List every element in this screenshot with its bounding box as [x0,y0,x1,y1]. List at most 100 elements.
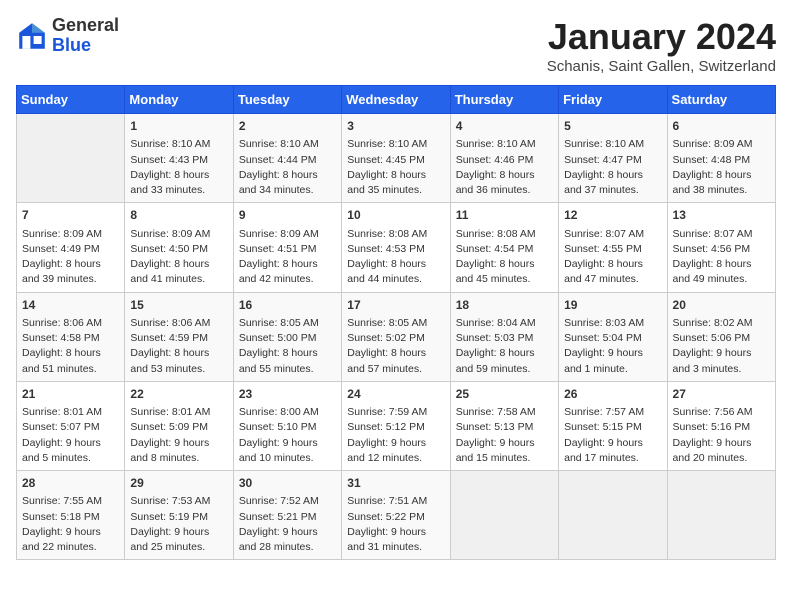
day-number: 30 [239,475,336,492]
calendar-cell: 11Sunrise: 8:08 AMSunset: 4:54 PMDayligh… [450,203,558,292]
day-info: and 39 minutes. [22,272,119,287]
day-info: Sunrise: 7:53 AM [130,494,227,509]
day-info: and 57 minutes. [347,362,444,377]
day-info: Sunrise: 8:06 AM [130,316,227,331]
header-day: Thursday [450,86,558,114]
day-number: 14 [22,297,119,314]
day-info: and 10 minutes. [239,451,336,466]
day-info: Sunset: 5:15 PM [564,420,661,435]
day-info: Daylight: 8 hours [22,346,119,361]
day-number: 27 [673,386,770,403]
day-info: Daylight: 8 hours [456,346,553,361]
day-info: and 25 minutes. [130,540,227,555]
header-day: Monday [125,86,233,114]
day-info: and 35 minutes. [347,183,444,198]
day-info: and 37 minutes. [564,183,661,198]
day-info: Sunset: 4:43 PM [130,153,227,168]
logo-icon [16,20,48,52]
calendar-cell: 26Sunrise: 7:57 AMSunset: 5:15 PMDayligh… [559,381,667,470]
day-info: Daylight: 8 hours [347,257,444,272]
calendar-cell [559,471,667,560]
day-info: Sunset: 5:13 PM [456,420,553,435]
day-info: Sunset: 5:21 PM [239,510,336,525]
day-info: Sunrise: 8:00 AM [239,405,336,420]
day-info: Sunrise: 7:55 AM [22,494,119,509]
calendar-cell: 16Sunrise: 8:05 AMSunset: 5:00 PMDayligh… [233,292,341,381]
day-info: Daylight: 8 hours [239,168,336,183]
day-info: Daylight: 9 hours [564,436,661,451]
day-info: and 53 minutes. [130,362,227,377]
day-info: Sunrise: 8:09 AM [130,227,227,242]
day-info: Sunset: 5:03 PM [456,331,553,346]
day-info: and 36 minutes. [456,183,553,198]
day-info: Daylight: 9 hours [673,436,770,451]
day-info: Sunrise: 8:09 AM [673,137,770,152]
day-info: Daylight: 9 hours [239,436,336,451]
day-number: 17 [347,297,444,314]
day-info: Daylight: 9 hours [22,525,119,540]
header-day: Friday [559,86,667,114]
day-number: 9 [239,207,336,224]
day-info: Daylight: 9 hours [22,436,119,451]
day-info: Daylight: 9 hours [564,346,661,361]
logo: General Blue [16,16,119,56]
day-number: 19 [564,297,661,314]
day-info: Sunset: 4:56 PM [673,242,770,257]
calendar-cell: 7Sunrise: 8:09 AMSunset: 4:49 PMDaylight… [17,203,125,292]
day-number: 6 [673,118,770,135]
day-info: and 45 minutes. [456,272,553,287]
day-info: Daylight: 8 hours [456,168,553,183]
day-info: Sunrise: 8:08 AM [456,227,553,242]
calendar-week-row: 14Sunrise: 8:06 AMSunset: 4:58 PMDayligh… [17,292,776,381]
day-info: Daylight: 8 hours [564,168,661,183]
calendar-cell: 2Sunrise: 8:10 AMSunset: 4:44 PMDaylight… [233,114,341,203]
day-info: Sunset: 4:45 PM [347,153,444,168]
day-info: Sunset: 5:10 PM [239,420,336,435]
calendar-table: SundayMondayTuesdayWednesdayThursdayFrid… [16,85,776,560]
day-number: 25 [456,386,553,403]
calendar-cell: 20Sunrise: 8:02 AMSunset: 5:06 PMDayligh… [667,292,775,381]
header-row: SundayMondayTuesdayWednesdayThursdayFrid… [17,86,776,114]
calendar-cell: 30 Sunrise: 7:52 AMSunset: 5:21 PMDayligh… [233,471,341,560]
day-number: 24 [347,386,444,403]
day-info: Sunset: 5:16 PM [673,420,770,435]
logo-blue: Blue [52,35,91,55]
day-info: Sunrise: 7:51 AM [347,494,444,509]
day-number: 7 [22,207,119,224]
day-number: 4 [456,118,553,135]
day-info: Sunset: 4:49 PM [22,242,119,257]
day-info: Sunrise: 8:06 AM [22,316,119,331]
day-info: Sunrise: 8:10 AM [456,137,553,152]
day-info: and 38 minutes. [673,183,770,198]
day-info: Daylight: 8 hours [564,257,661,272]
calendar-week-row: 21Sunrise: 8:01 AMSunset: 5:07 PMDayligh… [17,381,776,470]
day-info: Daylight: 9 hours [239,525,336,540]
day-number: 11 [456,207,553,224]
day-info: Sunrise: 7:52 AM [239,494,336,509]
calendar-cell: 8Sunrise: 8:09 AMSunset: 4:50 PMDaylight… [125,203,233,292]
day-info: Daylight: 9 hours [130,436,227,451]
day-number: 15 [130,297,227,314]
day-number: 21 [22,386,119,403]
day-number: 31 [347,475,444,492]
day-number: 10 [347,207,444,224]
header-day: Wednesday [342,86,450,114]
day-info: Sunrise: 8:07 AM [673,227,770,242]
calendar-cell: 6Sunrise: 8:09 AMSunset: 4:48 PMDaylight… [667,114,775,203]
day-info: Daylight: 9 hours [673,346,770,361]
day-info: Daylight: 8 hours [130,346,227,361]
day-info: and 22 minutes. [22,540,119,555]
day-info: and 42 minutes. [239,272,336,287]
day-info: Daylight: 8 hours [22,257,119,272]
day-info: Sunset: 4:53 PM [347,242,444,257]
day-info: Sunset: 4:55 PM [564,242,661,257]
calendar-cell: 21Sunrise: 8:01 AMSunset: 5:07 PMDayligh… [17,381,125,470]
day-info: Sunrise: 8:05 AM [239,316,336,331]
calendar-cell: 17Sunrise: 8:05 AMSunset: 5:02 PMDayligh… [342,292,450,381]
day-info: Sunrise: 8:07 AM [564,227,661,242]
month-title: January 2024 [547,16,776,58]
calendar-week-row: 1Sunrise: 8:10 AMSunset: 4:43 PMDaylight… [17,114,776,203]
day-info: Sunrise: 8:04 AM [456,316,553,331]
day-info: Sunrise: 7:56 AM [673,405,770,420]
day-info: Sunrise: 8:08 AM [347,227,444,242]
